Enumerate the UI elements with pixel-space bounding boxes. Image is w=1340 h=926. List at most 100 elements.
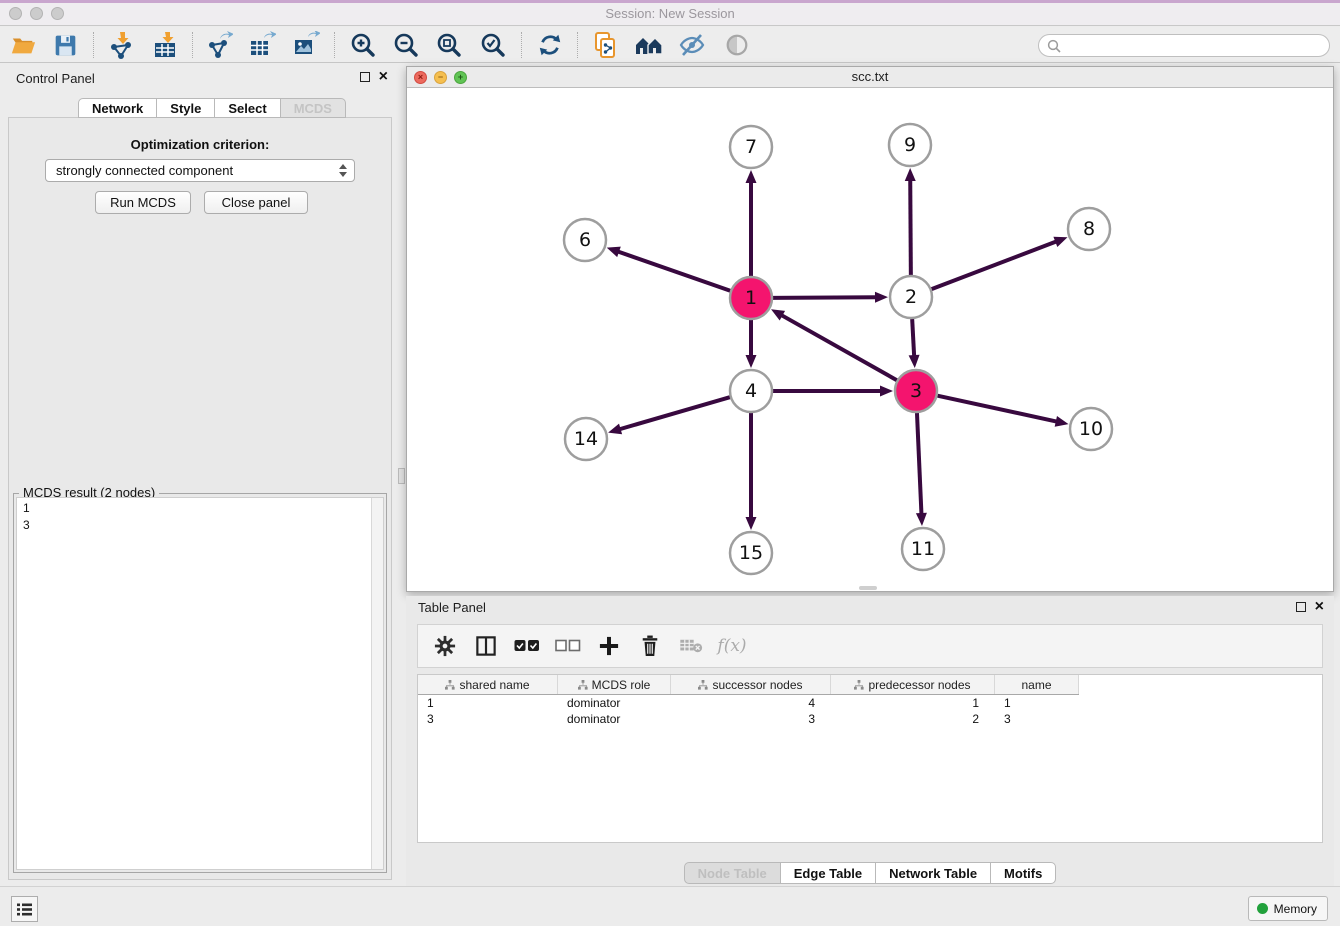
select-all-columns-icon[interactable] <box>514 633 540 659</box>
edge-arrow-4-3 <box>880 386 893 397</box>
zoom-fit-icon[interactable] <box>434 30 464 60</box>
edge-2-3[interactable] <box>912 319 914 357</box>
node-table[interactable]: shared name MCDS role successor nodesprede… <box>417 674 1323 843</box>
function-builder-icon[interactable]: f(x) <box>719 633 745 659</box>
tab-network[interactable]: Network <box>78 98 157 118</box>
doc-minimize-button[interactable]: − <box>434 71 447 84</box>
edge-1-2[interactable] <box>773 297 877 298</box>
canvas-scroll-grip[interactable] <box>859 586 877 590</box>
column-header-successor-nodes[interactable]: successor nodes <box>671 675 831 694</box>
close-window-button[interactable] <box>9 7 22 20</box>
table-cell: 3 <box>995 711 1079 727</box>
edge-1-6[interactable] <box>617 251 730 291</box>
table-row[interactable]: 3dominator323 <box>418 711 1079 727</box>
control-panel-header: Control Panel × <box>0 66 400 92</box>
save-session-icon[interactable] <box>50 30 80 60</box>
close-panel-icon[interactable]: × <box>379 72 388 82</box>
edge-2-8[interactable] <box>932 241 1058 289</box>
criterion-select[interactable]: strongly connected component <box>45 159 355 182</box>
tab-style[interactable]: Style <box>156 98 215 118</box>
edge-3-11[interactable] <box>917 413 922 515</box>
network-window-title: scc.txt <box>407 67 1333 87</box>
doc-zoom-button[interactable]: + <box>454 71 467 84</box>
result-scrollbar[interactable] <box>371 498 383 869</box>
column-header-shared-name[interactable]: shared name <box>418 675 558 694</box>
search-field[interactable] <box>1038 34 1330 57</box>
doc-close-button[interactable]: × <box>414 71 427 84</box>
main-toolbar <box>0 27 1340 63</box>
node-label-11: 11 <box>911 538 935 560</box>
tab-select[interactable]: Select <box>214 98 280 118</box>
duplicate-network-icon[interactable] <box>590 30 620 60</box>
tab-edge-table[interactable]: Edge Table <box>780 862 876 884</box>
node-label-9: 9 <box>904 134 916 156</box>
table-cell: 1 <box>418 695 558 711</box>
table-row[interactable]: 1dominator411 <box>418 695 1079 711</box>
close-panel-button[interactable]: Close panel <box>204 191 308 214</box>
delete-table-icon[interactable] <box>678 633 704 659</box>
edge-arrow-2-8 <box>1053 237 1067 247</box>
apply-layout-icon[interactable] <box>535 30 565 60</box>
network-canvas[interactable]: 7968124314101511 <box>407 88 1333 591</box>
node-label-3: 3 <box>910 380 922 402</box>
status-menu-button[interactable] <box>11 896 38 922</box>
float-table-panel-icon[interactable] <box>1296 602 1306 612</box>
export-table-icon[interactable] <box>247 30 277 60</box>
tab-mcds[interactable]: MCDS <box>280 98 346 118</box>
edge-2-9[interactable] <box>910 179 911 275</box>
float-panel-icon[interactable] <box>360 72 370 82</box>
zoom-in-icon[interactable] <box>348 30 378 60</box>
import-network-icon[interactable] <box>106 30 136 60</box>
zoom-out-icon[interactable] <box>391 30 421 60</box>
table-cell: 1 <box>995 695 1079 711</box>
mcds-result-area[interactable]: 1 3 <box>16 497 384 870</box>
memory-button[interactable]: Memory <box>1248 896 1328 921</box>
table-cell: 3 <box>418 711 558 727</box>
edge-arrow-2-9 <box>905 168 916 181</box>
search-input[interactable] <box>1062 37 1329 55</box>
table-cell: 3 <box>671 711 831 727</box>
edge-3-10[interactable] <box>937 396 1057 422</box>
table-header-row: shared name MCDS role successor nodesprede… <box>418 675 1079 695</box>
node-label-4: 4 <box>745 380 757 402</box>
table-settings-icon[interactable] <box>432 633 458 659</box>
tab-motifs[interactable]: Motifs <box>990 862 1056 884</box>
edge-arrow-4-15 <box>746 517 757 530</box>
column-label: name <box>1021 678 1051 692</box>
search-icon <box>1046 38 1062 54</box>
tab-network-table[interactable]: Network Table <box>875 862 991 884</box>
close-table-panel-icon[interactable]: × <box>1315 602 1324 612</box>
edge-4-14[interactable] <box>619 397 730 429</box>
mcds-result-group: MCDS result (2 nodes) 1 3 <box>13 493 387 873</box>
edge-3-1[interactable] <box>781 315 897 381</box>
first-neighbors-icon[interactable] <box>634 30 664 60</box>
table-cell: 1 <box>831 695 995 711</box>
edge-arrow-1-7 <box>746 170 757 183</box>
column-header-name[interactable]: name <box>995 675 1079 694</box>
column-header-mcds-role[interactable]: MCDS role <box>558 675 671 694</box>
export-image-icon[interactable] <box>291 30 321 60</box>
tab-node-table[interactable]: Node Table <box>684 862 781 884</box>
show-column-panel-icon[interactable] <box>473 633 499 659</box>
create-column-icon[interactable] <box>596 633 622 659</box>
minimize-window-button[interactable] <box>30 7 43 20</box>
export-network-icon[interactable] <box>204 30 234 60</box>
table-cell: 2 <box>831 711 995 727</box>
run-mcds-button[interactable]: Run MCDS <box>95 191 191 214</box>
network-window-titlebar[interactable]: × − + scc.txt <box>407 67 1333 88</box>
zoom-window-button[interactable] <box>51 7 64 20</box>
hide-selected-icon[interactable] <box>677 30 707 60</box>
deselect-all-columns-icon[interactable] <box>555 633 581 659</box>
import-table-icon[interactable] <box>151 30 181 60</box>
show-all-icon[interactable] <box>722 30 752 60</box>
zoom-selected-icon[interactable] <box>478 30 508 60</box>
panel-divider-grip[interactable] <box>398 468 405 484</box>
column-header-predecessor-nodes[interactable]: predecessor nodes <box>831 675 995 694</box>
edge-arrow-1-6 <box>607 247 621 257</box>
node-label-2: 2 <box>905 286 917 308</box>
column-label: MCDS role <box>592 678 651 692</box>
delete-column-icon[interactable] <box>637 633 663 659</box>
open-session-icon[interactable] <box>8 30 38 60</box>
edge-arrow-1-4 <box>746 355 757 368</box>
column-type-icon <box>578 680 588 690</box>
